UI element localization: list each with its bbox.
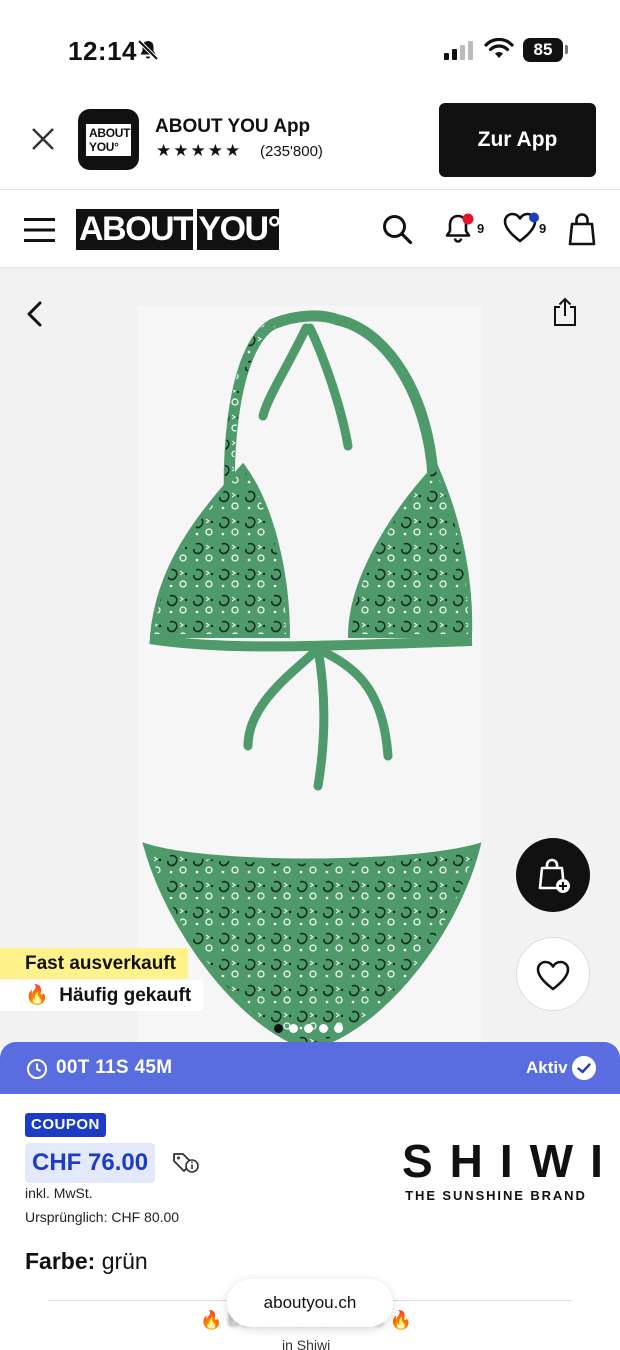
status-time: 12:14 [68,36,137,66]
color-label: Farbe: [25,1248,96,1274]
original-price: Ursprünglich: CHF 80.00 [25,1209,180,1225]
open-app-button[interactable]: Zur App [439,103,596,177]
app-download-banner: ABOUT YOU° ABOUT YOU App ★★★★★ (235'800)… [0,100,620,190]
coupon-timer-bar: 00T 11S 45M Aktiv [0,1042,620,1094]
color-selection: Farbe: grün [25,1248,148,1275]
rating-count: (235'800) [260,143,323,160]
app-icon-text-1: ABOUT [89,126,131,140]
search-icon[interactable] [381,213,413,245]
logo-part-1: ABOUT [79,210,194,248]
fire-icon: 🔥 [389,1310,412,1330]
pagination-dot[interactable] [304,1024,313,1033]
pagination-dot[interactable] [319,1024,328,1033]
app-name: ABOUT YOU App [155,116,311,137]
almost-sold-out-tag: Fast ausverkauft [0,948,189,979]
logo-part-2: YOU° [198,210,281,248]
back-chevron-icon[interactable] [24,300,46,328]
product-image-gallery[interactable]: Fast ausverkauft 🔥 Häufig gekauft [0,268,620,1048]
frequently-bought-label: Häufig gekauft [59,985,192,1006]
heart-outline-icon [536,960,570,991]
pagination-dot[interactable] [334,1024,343,1033]
share-icon[interactable] [551,296,579,328]
wishlist-heart-icon[interactable] [503,212,539,244]
vat-note: inkl. MwSt. [25,1185,93,1201]
rating-stars: ★★★★★ [156,141,243,160]
coupon-countdown: 00T 11S 45M [56,1057,173,1078]
battery-tip [565,45,568,54]
app-icon-text-2: YOU° [89,140,119,154]
wifi-icon [484,38,514,58]
fire-icon: 🔥 [200,1310,223,1330]
brand-tagline: THE SUNSHINE BRAND [405,1188,587,1203]
menu-icon[interactable] [24,217,56,243]
coupon-badge: COUPON [25,1113,106,1137]
status-bar: 12:14 85 [0,0,620,100]
pagination-dot[interactable] [274,1024,283,1033]
coupon-status: Aktiv [526,1058,568,1077]
browser-url-pill[interactable]: aboutyou.ch [227,1279,393,1327]
app-icon-logo: ABOUT YOU° [86,124,131,156]
gallery-pagination[interactable] [274,1020,349,1033]
cellular-signal-icon [444,41,473,60]
bag-plus-icon [538,858,570,893]
notification-bell-icon[interactable] [443,211,477,245]
about-you-logo[interactable]: ABOUT YOU° [76,209,281,250]
add-to-bag-button[interactable] [516,838,590,912]
pagination-dot[interactable] [289,1024,298,1033]
add-to-wishlist-button[interactable] [516,937,590,1011]
battery-indicator: 85 [523,38,563,62]
checkmark-icon [572,1056,596,1080]
fire-icon: 🔥 [25,985,49,1006]
logo-separator [193,209,198,250]
clock-icon [27,1059,47,1079]
shopping-bag-icon[interactable] [568,212,596,246]
site-header: ABOUT YOU° 9 9 [0,190,620,268]
frequently-bought-tag: 🔥 Häufig gekauft [0,980,204,1011]
bestseller-subtitle: in Shiwi [282,1337,331,1350]
product-image [142,310,482,1048]
wishlist-count: 9 [539,221,547,236]
product-price: CHF 76.00 [25,1143,156,1183]
bell-muted-icon [137,39,159,61]
color-value: grün [101,1248,148,1274]
notification-count: 9 [477,221,485,236]
brand-name: SHIWI [402,1135,620,1187]
price-tag-info-icon[interactable] [172,1151,200,1175]
brand-logo[interactable]: SHIWI THE SUNSHINE BRAND [394,1135,620,1203]
close-icon[interactable] [30,126,56,152]
app-icon: ABOUT YOU° [78,109,139,170]
